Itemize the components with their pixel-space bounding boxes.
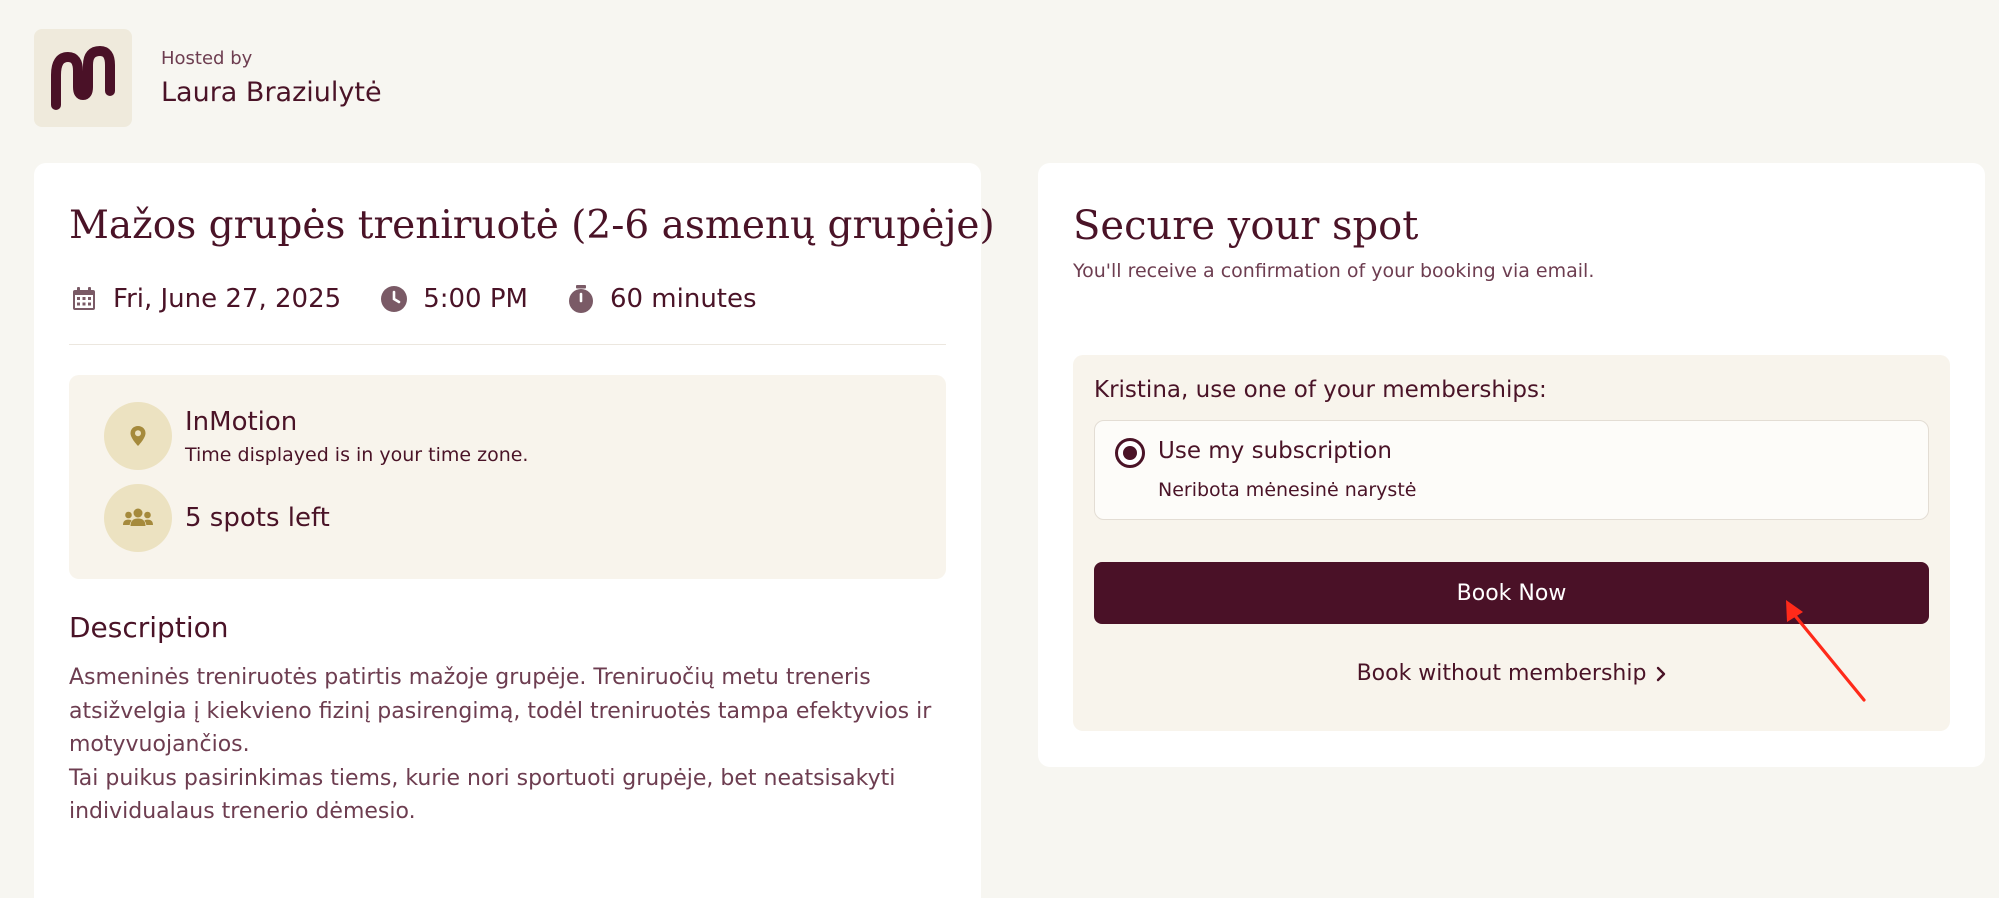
location-info: InMotion Time displayed is in your time … <box>185 407 528 466</box>
divider <box>69 344 946 345</box>
event-date: Fri, June 27, 2025 <box>69 284 341 314</box>
membership-radio[interactable] <box>1115 438 1145 468</box>
stopwatch-icon <box>566 284 596 314</box>
calendar-icon <box>69 284 99 314</box>
chevron-right-icon <box>1656 666 1666 682</box>
booking-subtitle: You'll receive a confirmation of your bo… <box>1073 260 1595 282</box>
book-without-membership-link[interactable]: Book without membership <box>1094 661 1929 686</box>
location-name: InMotion <box>185 406 298 437</box>
membership-prompt: Kristina, use one of your memberships: <box>1094 377 1547 403</box>
description-paragraph: Asmeninės treniruotės patirtis mažoje gr… <box>69 665 932 757</box>
event-details-card: Mažos grupės treniruotė (2-6 asmenų grup… <box>34 163 995 898</box>
book-now-button[interactable]: Book Now <box>1094 562 1929 624</box>
clock-icon <box>379 284 409 314</box>
users-icon <box>104 484 172 552</box>
host-header: Hosted by Laura Braziulytė <box>34 29 382 127</box>
description-body: Asmeninės treniruotės patirtis mažoje gr… <box>69 661 946 829</box>
timezone-note: Time displayed is in your time zone. <box>185 443 529 466</box>
location-row: InMotion Time displayed is in your time … <box>104 402 528 470</box>
host-name: Laura Braziulytė <box>161 77 382 108</box>
event-meta: Fri, June 27, 2025 5:00 PM 60 minutes <box>69 281 795 317</box>
event-time: 5:00 PM <box>379 284 528 314</box>
description-heading: Description <box>69 611 229 644</box>
spots-left: 5 spots left <box>185 503 330 533</box>
description-paragraph: Tai puikus pasirinkimas tiems, kurie nor… <box>69 765 896 825</box>
spots-row: 5 spots left <box>104 484 330 552</box>
event-duration: 60 minutes <box>566 284 757 314</box>
event-date-text: Fri, June 27, 2025 <box>113 284 342 314</box>
event-duration-text: 60 minutes <box>609 284 757 314</box>
event-info-panel: InMotion Time displayed is in your time … <box>69 375 946 579</box>
booking-card: Secure your spot You'll receive a confir… <box>1038 163 1985 767</box>
membership-panel: Kristina, use one of your memberships: U… <box>1073 355 1950 731</box>
membership-option-title: Use my subscription <box>1158 438 1392 464</box>
map-pin-icon <box>104 402 172 470</box>
membership-option-subtitle: Neribota mėnesinė narystė <box>1158 479 1417 501</box>
event-time-text: 5:00 PM <box>423 284 528 314</box>
membership-option[interactable]: Use my subscription Neribota mėnesinė na… <box>1094 420 1929 520</box>
logo-icon <box>34 29 132 127</box>
host-label: Hosted by <box>161 48 253 69</box>
booking-title: Secure your spot <box>1073 203 1419 249</box>
event-title: Mažos grupės treniruotė (2-6 asmenų grup… <box>69 203 995 248</box>
host-info: Hosted by Laura Braziulytė <box>161 48 382 108</box>
book-without-membership-label: Book without membership <box>1356 661 1647 686</box>
